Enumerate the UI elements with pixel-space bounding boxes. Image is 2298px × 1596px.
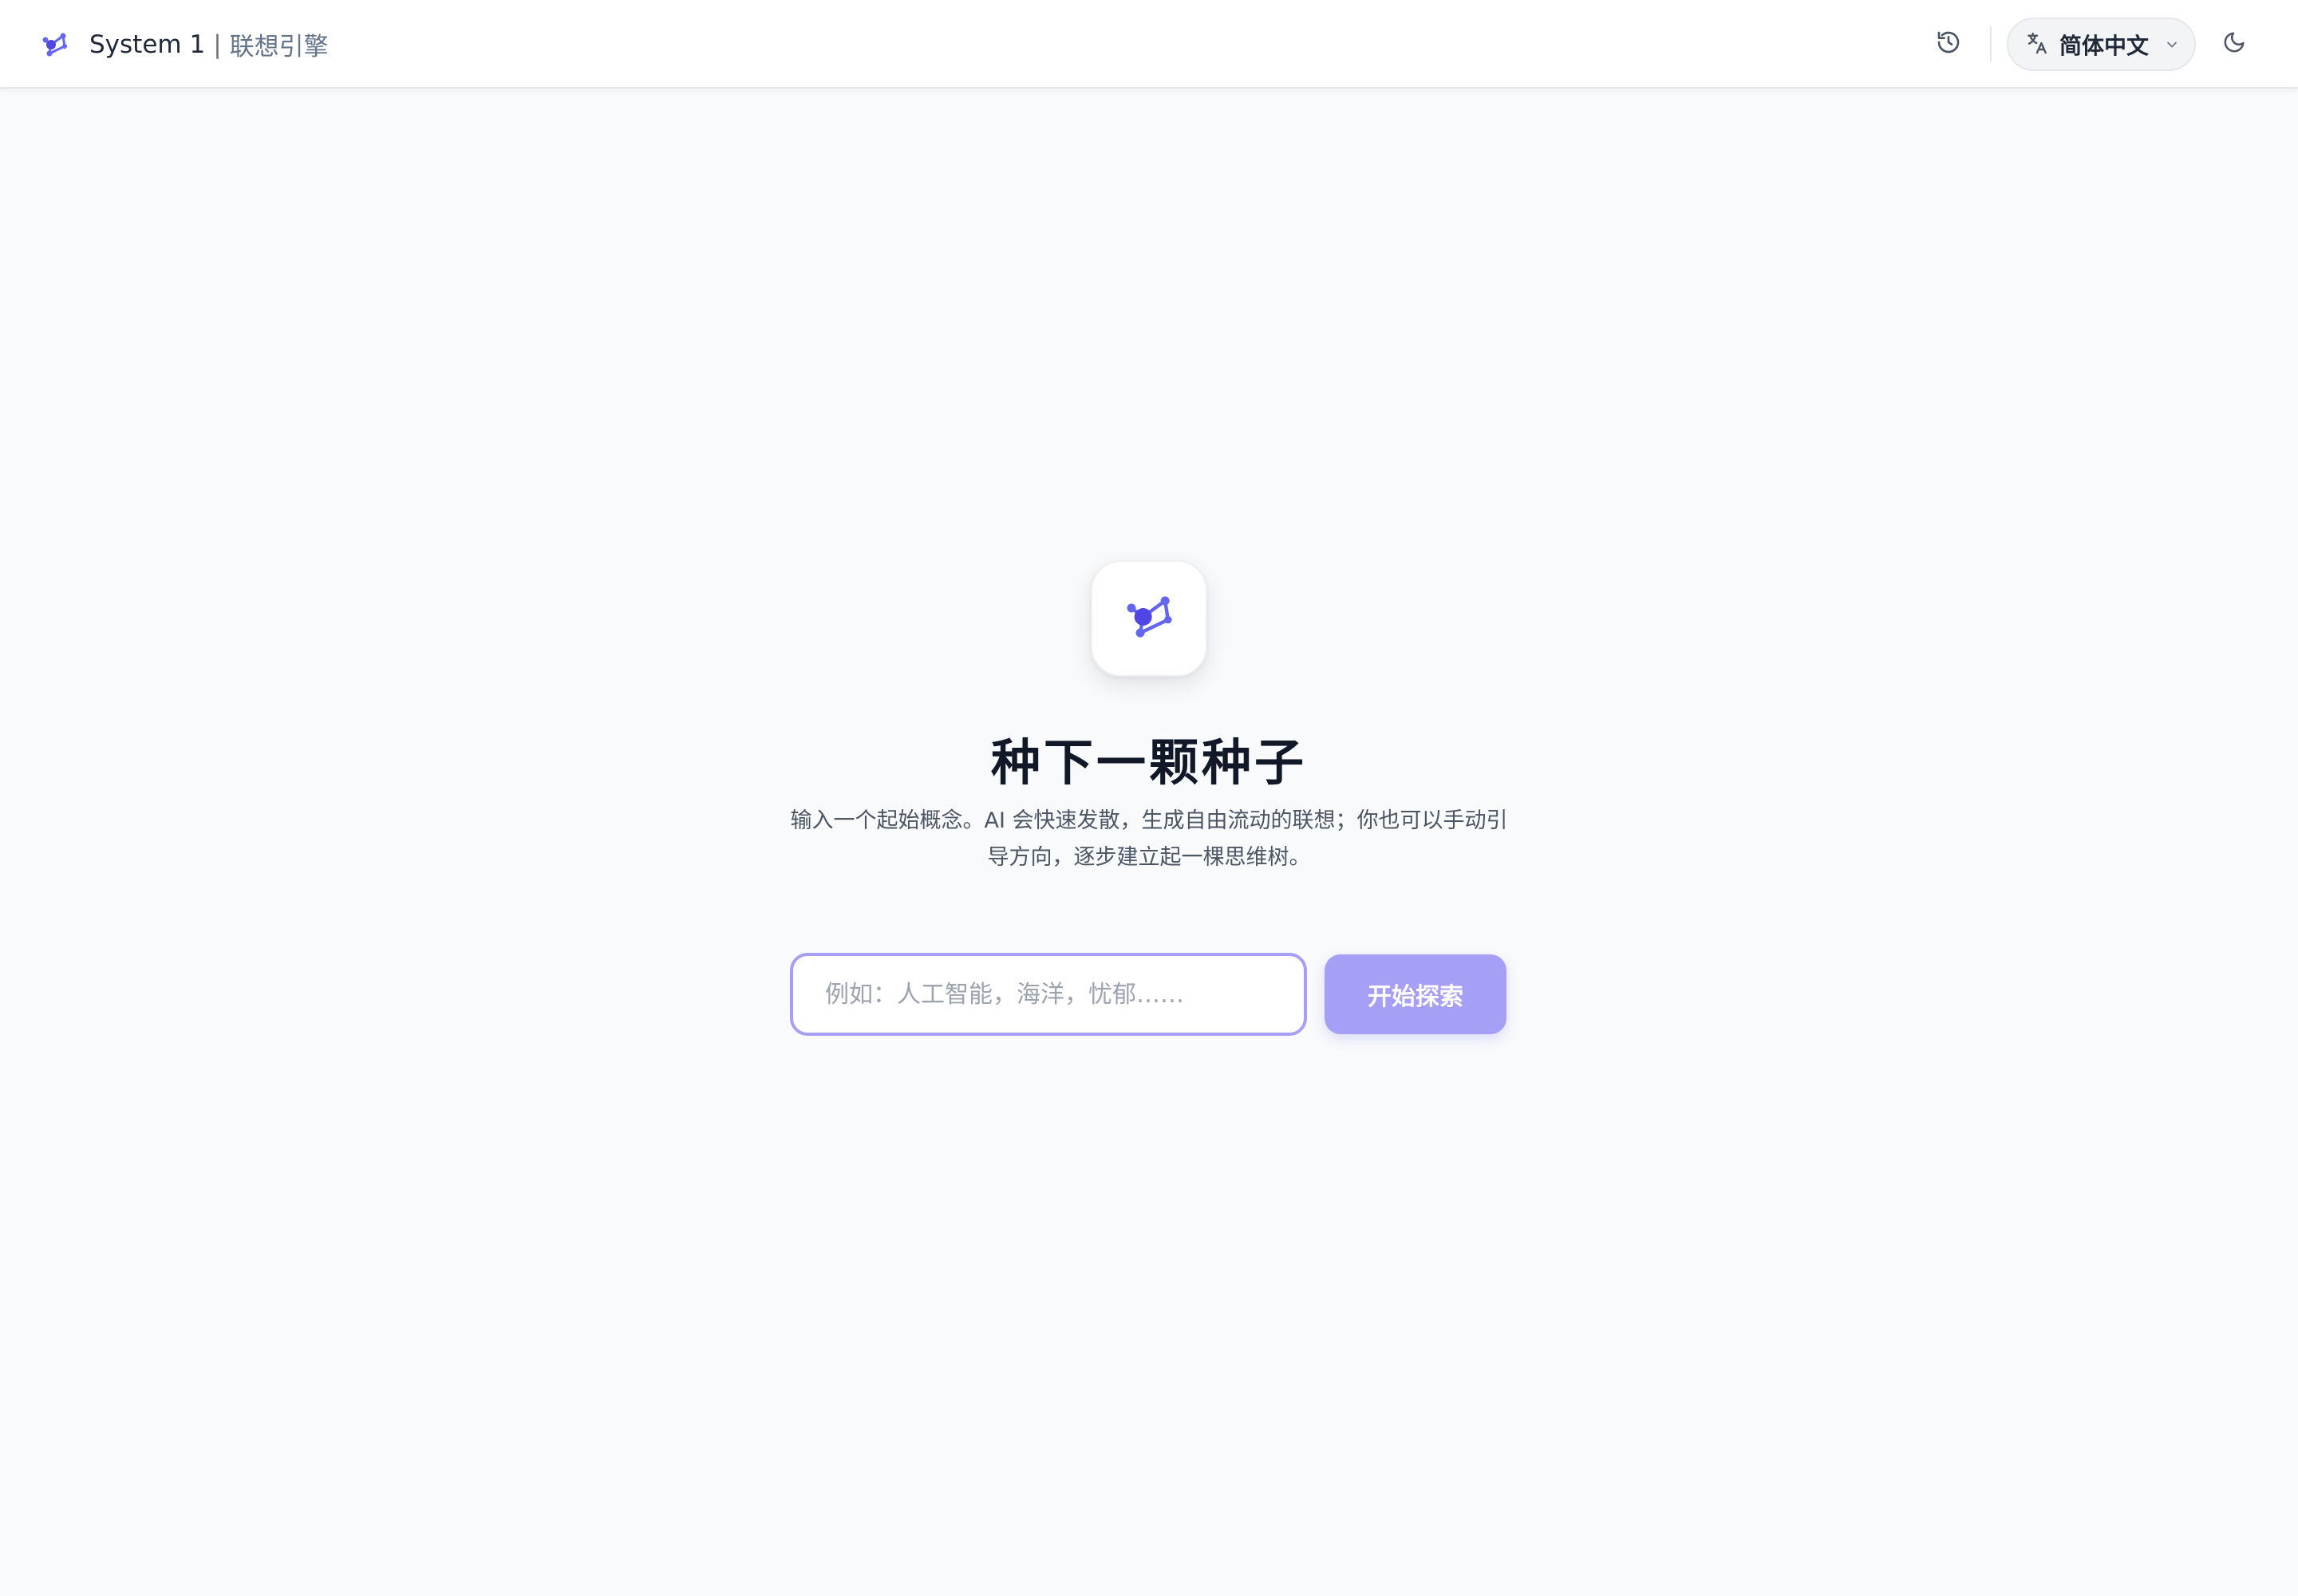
- header-divider: [1990, 26, 1992, 61]
- start-explore-button[interactable]: 开始探索: [1325, 954, 1506, 1034]
- app-name: System 1: [89, 30, 206, 59]
- moon-icon: [2222, 30, 2246, 57]
- theme-toggle-button[interactable]: [2217, 26, 2252, 61]
- language-label: 简体中文: [2059, 32, 2150, 59]
- network-nodes-icon: [1123, 591, 1175, 646]
- network-nodes-icon: [40, 30, 69, 59]
- hero-title: 种下一颗种子: [990, 733, 1307, 792]
- seed-input[interactable]: [790, 953, 1307, 1036]
- brand-separator: |: [213, 30, 222, 59]
- hero-logo-card: [1091, 560, 1207, 677]
- brand[interactable]: System 1 | 联想引擎: [40, 0, 329, 89]
- app-subtitle: 联想引擎: [229, 33, 329, 61]
- history-icon: [1936, 30, 1961, 58]
- history-button[interactable]: [1931, 26, 1966, 61]
- top-bar: System 1 | 联想引擎 简体中文: [0, 0, 2298, 89]
- translate-icon: [2024, 30, 2050, 59]
- language-select[interactable]: 简体中文: [2007, 18, 2196, 71]
- chevron-down-icon: [2164, 37, 2180, 56]
- hero-description: 输入一个起始概念。AI 会快速发散，生成自由流动的联想；你也可以手动引导方向，逐…: [790, 808, 1508, 870]
